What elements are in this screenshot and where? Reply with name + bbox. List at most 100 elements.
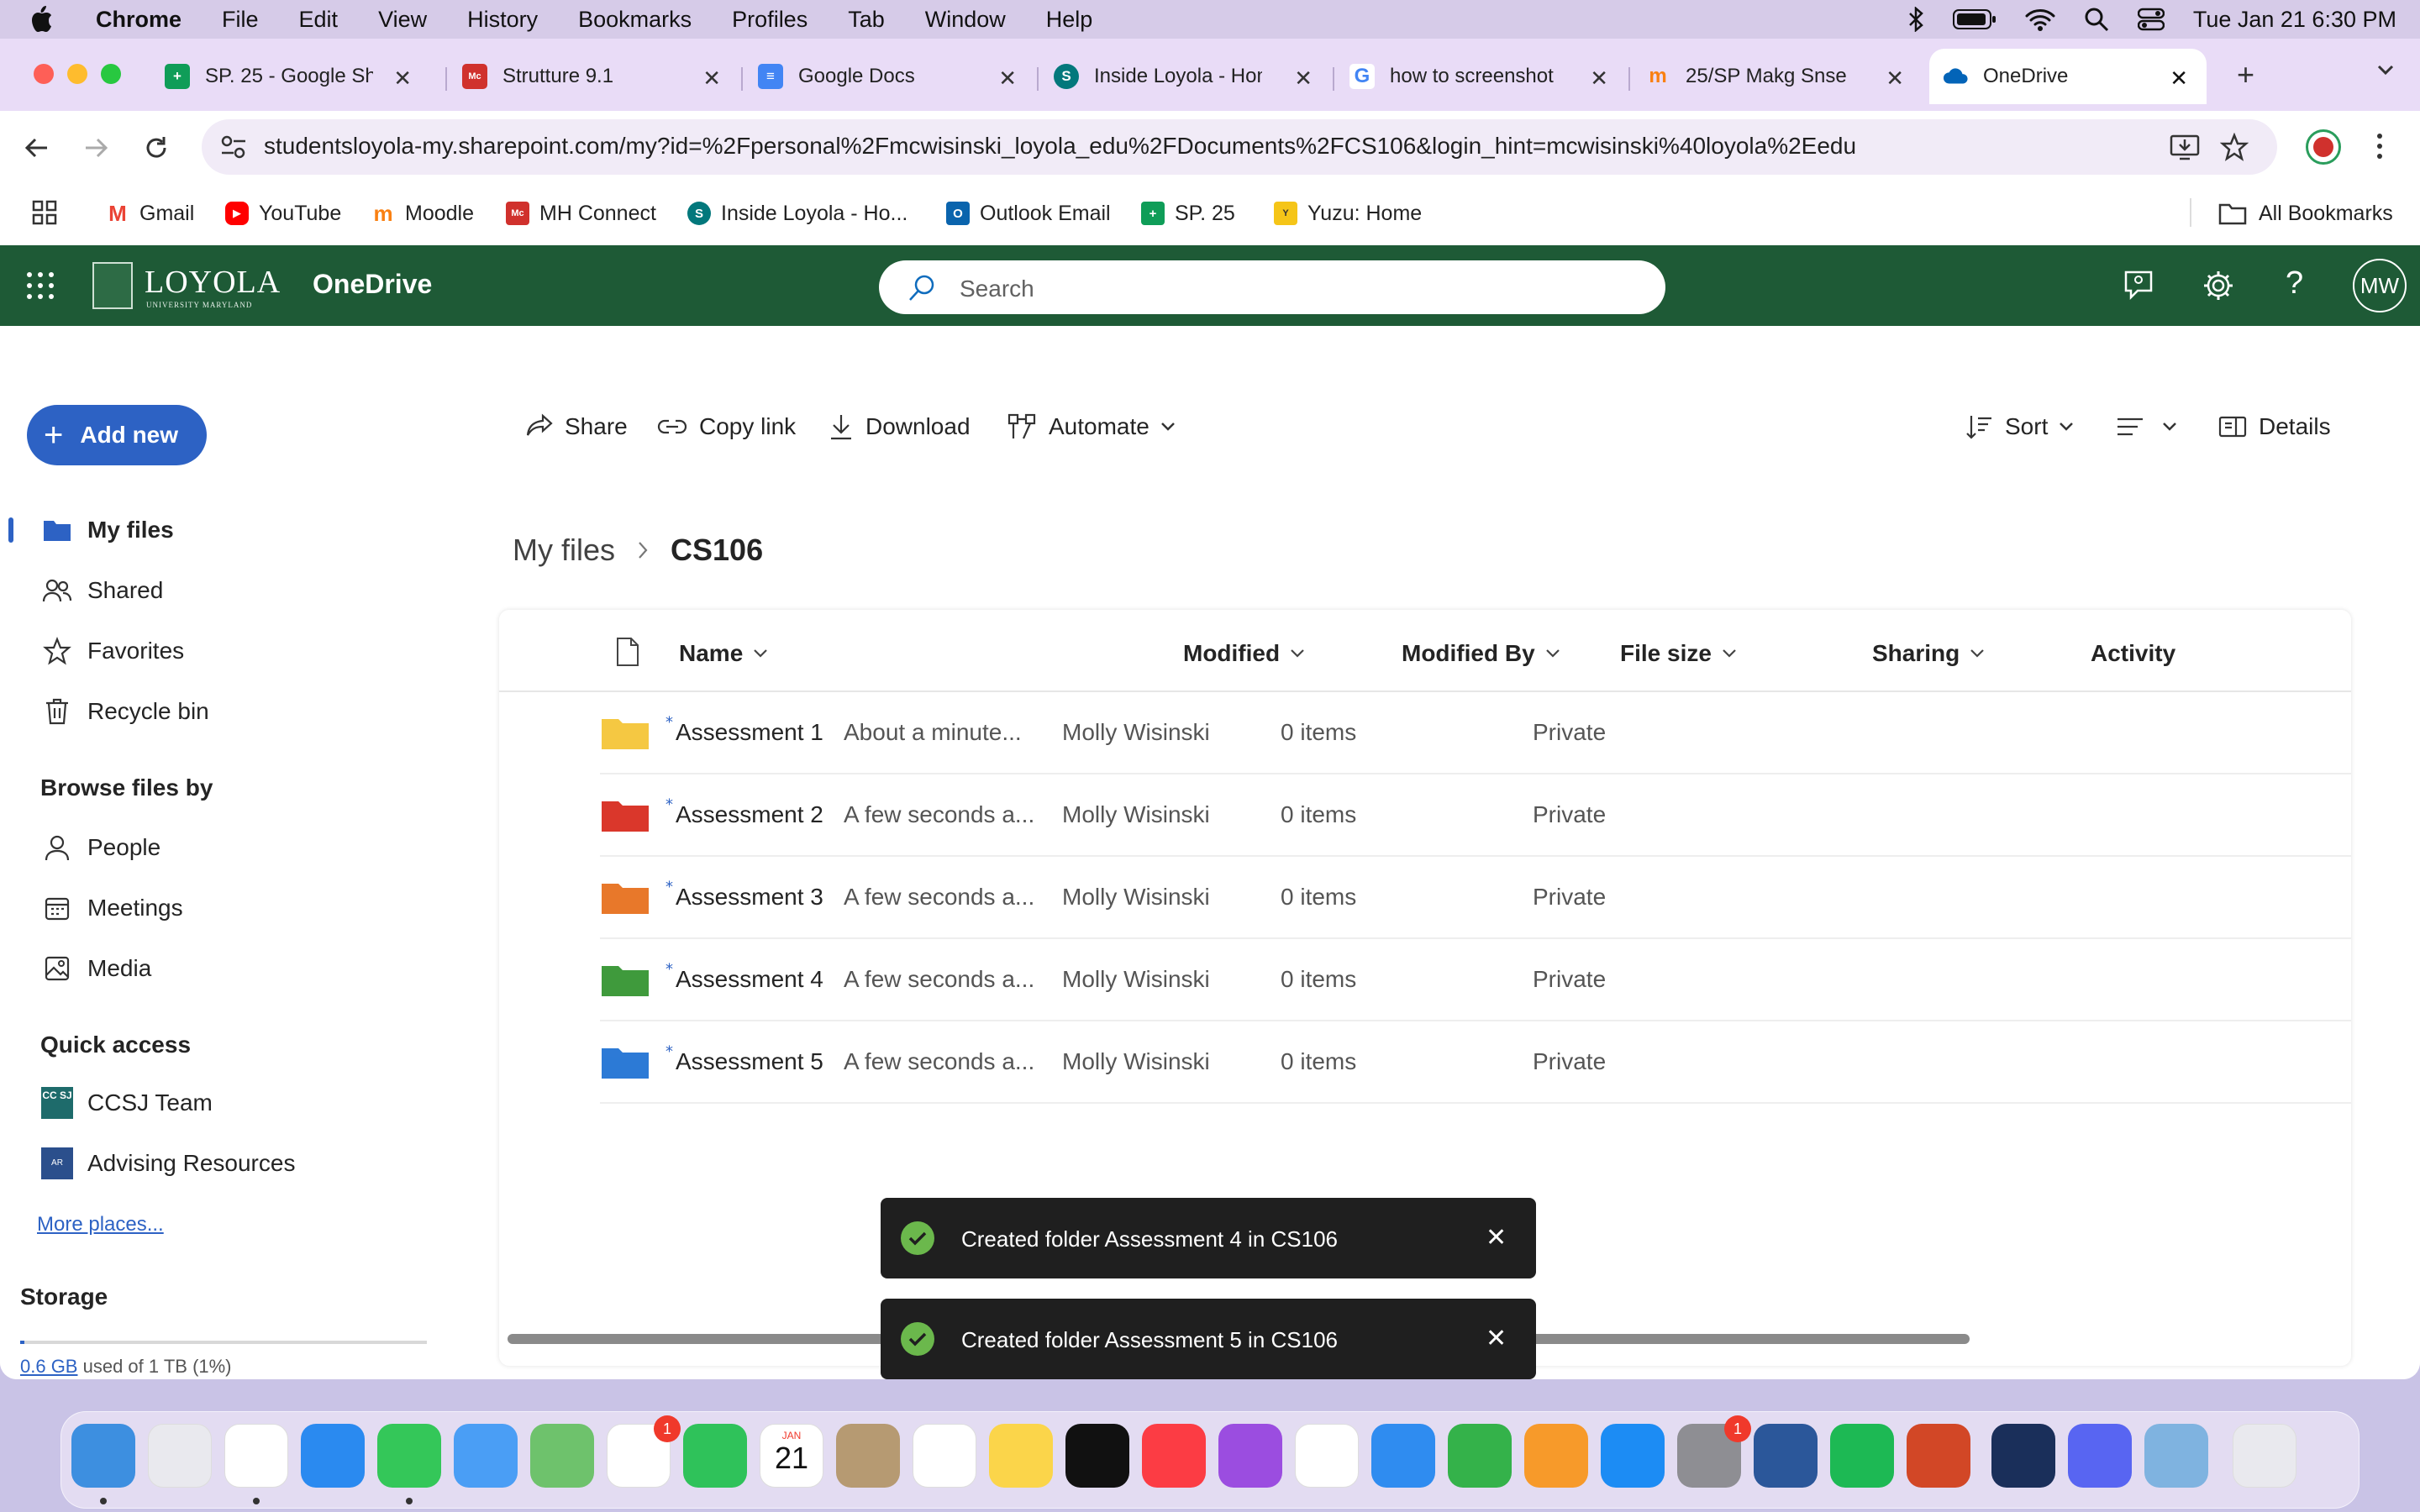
bookmark-gmail[interactable]: M Gmail — [106, 195, 194, 232]
trash-icon[interactable] — [2233, 1424, 2296, 1488]
powerpoint-icon[interactable] — [1907, 1424, 1970, 1488]
column-file-size[interactable]: File size — [1620, 640, 1737, 667]
menu-view[interactable]: View — [378, 7, 427, 33]
copy-link-button[interactable]: Copy link — [657, 407, 796, 447]
site-info-icon[interactable] — [220, 134, 247, 160]
mail-icon[interactable] — [454, 1424, 518, 1488]
close-tab-icon[interactable]: ✕ — [393, 66, 412, 92]
file-modified-by[interactable]: Molly Wisinski — [1062, 719, 1210, 746]
battery-icon[interactable] — [1952, 8, 1996, 30]
bookmark-sp25[interactable]: + SP. 25 — [1141, 195, 1235, 232]
close-tab-icon[interactable]: ✕ — [1886, 66, 1904, 92]
spotify-icon[interactable] — [1830, 1424, 1894, 1488]
share-button[interactable]: Share — [524, 407, 628, 447]
feedback-icon[interactable] — [2123, 269, 2154, 302]
menu-window[interactable]: Window — [925, 7, 1006, 33]
tab-google-docs[interactable]: ≡ Google Docs ✕ — [758, 49, 1035, 104]
profile-avatar[interactable] — [2306, 129, 2341, 165]
sort-button[interactable]: Sort — [1965, 407, 2086, 447]
nav-media[interactable]: Media — [40, 948, 151, 990]
help-icon[interactable]: ? — [2286, 265, 2303, 302]
reload-icon[interactable] — [141, 133, 171, 163]
minimize-window-button[interactable] — [67, 64, 87, 84]
file-name[interactable]: Assessment 5 — [676, 1048, 823, 1075]
podcasts-icon[interactable] — [1218, 1424, 1282, 1488]
remarkable-icon[interactable] — [1991, 1424, 2055, 1488]
column-sharing[interactable]: Sharing — [1872, 640, 1985, 667]
file-name[interactable]: Assessment 4 — [676, 966, 823, 993]
calendar-icon[interactable]: JAN 21 — [760, 1424, 823, 1488]
control-center-icon[interactable] — [2137, 8, 2165, 31]
file-name[interactable]: Assessment 1 — [676, 719, 823, 746]
nav-recycle-bin[interactable]: Recycle bin — [40, 690, 209, 732]
bookmark-yuzu[interactable]: Y Yuzu: Home — [1274, 195, 1422, 232]
user-avatar[interactable]: MW — [2353, 259, 2407, 312]
file-name[interactable]: Assessment 3 — [676, 884, 823, 911]
file-modified-by[interactable]: Molly Wisinski — [1062, 801, 1210, 828]
bookmark-star-icon[interactable] — [2220, 133, 2249, 161]
bluetooth-icon[interactable] — [1907, 7, 1924, 32]
menu-clock[interactable]: Tue Jan 21 6:30 PM — [2193, 7, 2396, 33]
file-sharing[interactable]: Private — [1533, 884, 1606, 911]
menu-tab[interactable]: Tab — [848, 7, 885, 33]
column-modified-by[interactable]: Modified By — [1402, 640, 1560, 667]
file-sharing[interactable]: Private — [1533, 719, 1606, 746]
close-icon[interactable]: ✕ — [1486, 1223, 1507, 1252]
music-icon[interactable] — [1142, 1424, 1206, 1488]
nav-my-files[interactable]: My files — [40, 509, 174, 551]
view-options-button[interactable] — [2116, 407, 2190, 447]
table-row[interactable]: ⁎ Assessment 1 About a minute... Molly W… — [600, 692, 2351, 774]
appstore-icon[interactable] — [1601, 1424, 1665, 1488]
bookmark-moodle[interactable]: m Moodle — [371, 195, 474, 232]
file-sharing[interactable]: Private — [1533, 1048, 1606, 1075]
back-arrow-icon[interactable] — [22, 133, 52, 163]
pages-icon[interactable] — [1524, 1424, 1588, 1488]
spotlight-search-icon[interactable] — [2084, 7, 2109, 32]
menu-app-name[interactable]: Chrome — [96, 7, 182, 33]
table-row[interactable]: ⁎ Assessment 4 A few seconds a... Molly … — [600, 939, 2351, 1021]
new-tab-icon[interactable]: + — [2237, 57, 2254, 92]
tab-moodle[interactable]: m 25/SP Makg Snse | ✕ — [1645, 49, 1923, 104]
column-activity[interactable]: Activity — [2091, 640, 2175, 667]
all-bookmarks-button[interactable]: All Bookmarks — [2218, 195, 2393, 232]
facetime-icon[interactable] — [683, 1424, 747, 1488]
file-sharing[interactable]: Private — [1533, 966, 1606, 993]
finder-icon[interactable] — [71, 1424, 135, 1488]
forward-arrow-icon[interactable] — [81, 133, 111, 163]
safari-icon[interactable] — [301, 1424, 365, 1488]
quick-ccsj-team[interactable]: CC SJ CCSJ Team — [40, 1082, 213, 1124]
numbers-icon[interactable] — [1448, 1424, 1512, 1488]
notes-icon[interactable] — [989, 1424, 1053, 1488]
preview-icon[interactable] — [2144, 1424, 2208, 1488]
close-tab-icon[interactable]: ✕ — [702, 66, 721, 92]
settings-gear-icon[interactable] — [2202, 269, 2235, 302]
quick-advising-resources[interactable]: AR Advising Resources — [40, 1142, 295, 1184]
download-button[interactable]: Download — [829, 407, 971, 447]
bookmark-youtube[interactable]: ▶ YouTube — [225, 195, 341, 232]
column-name[interactable]: Name — [679, 640, 768, 667]
url-text[interactable]: studentsloyola-my.sharepoint.com/my?id=%… — [264, 133, 1856, 160]
file-sharing[interactable]: Private — [1533, 801, 1606, 828]
file-modified-by[interactable]: Molly Wisinski — [1062, 1048, 1210, 1075]
bookmark-inside-loyola[interactable]: S Inside Loyola - Ho... — [687, 195, 908, 232]
menu-profiles[interactable]: Profiles — [732, 7, 808, 33]
column-modified[interactable]: Modified — [1183, 640, 1305, 667]
close-tab-icon[interactable]: ✕ — [998, 66, 1017, 92]
tab-search-chevron-icon[interactable] — [2375, 59, 2396, 81]
apps-grid-icon[interactable] — [32, 200, 57, 225]
messages-icon[interactable] — [377, 1424, 441, 1488]
file-type-header-icon[interactable] — [615, 637, 640, 667]
tab-inside-loyola[interactable]: S Inside Loyola - Hom ✕ — [1054, 49, 1331, 104]
storage-used-link[interactable]: 0.6 GB — [20, 1356, 77, 1377]
menu-history[interactable]: History — [467, 7, 538, 33]
launchpad-icon[interactable] — [148, 1424, 212, 1488]
nav-people[interactable]: People — [40, 827, 160, 869]
menu-file[interactable]: File — [222, 7, 259, 33]
tab-sheets[interactable]: + SP. 25 - Google Sh ✕ — [165, 49, 430, 104]
bookmark-mh-connect[interactable]: Mc MH Connect — [506, 195, 656, 232]
tab-onedrive[interactable]: OneDrive ✕ — [1929, 49, 2207, 104]
nav-favorites[interactable]: Favorites — [40, 630, 184, 672]
nav-shared[interactable]: Shared — [40, 570, 163, 612]
menu-bookmarks[interactable]: Bookmarks — [578, 7, 692, 33]
breadcrumb-my-files[interactable]: My files — [513, 533, 615, 568]
